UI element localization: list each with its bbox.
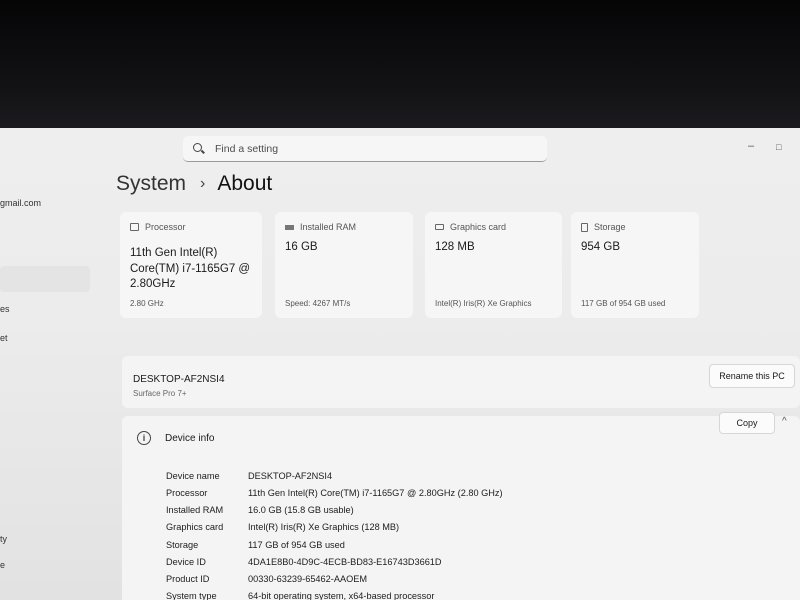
spec-value: DESKTOP-AF2NSI4 (248, 471, 333, 481)
spec-label: Storage (166, 540, 199, 550)
chevron-up-icon[interactable]: ^ (782, 416, 787, 427)
spec-row: Processor 11th Gen Intel(R) Core(TM) i7-… (166, 488, 503, 498)
spec-label: System type (166, 591, 217, 600)
copy-button[interactable]: Copy (719, 412, 775, 434)
device-info-title: Device info (165, 433, 215, 444)
spec-row: Product ID 00330-63239-65462-AAOEM (166, 574, 367, 584)
spec-row: Device ID 4DA1E8B0-4D9C-4ECB-BD83-E16743… (166, 557, 442, 567)
ram-card: Installed RAM 16 GB Speed: 4267 MT/s (275, 212, 413, 318)
spec-row: Graphics card Intel(R) Iris(R) Xe Graphi… (166, 522, 399, 532)
spec-label: Graphics card (166, 522, 224, 532)
page-title: About (217, 172, 273, 195)
sidebar-item-fragment[interactable]: e (0, 560, 5, 570)
card-label: Processor (145, 222, 186, 232)
spec-value: 11th Gen Intel(R) Core(TM) i7-1165G7 @ 2… (248, 488, 503, 498)
search-icon (193, 142, 205, 155)
sidebar: gmail.com es et ty e (0, 128, 100, 600)
graphics-card-icon (435, 224, 444, 230)
spec-row: Device name DESKTOP-AF2NSI4 (166, 471, 332, 481)
device-model: Surface Pro 7+ (133, 389, 187, 398)
ram-icon (285, 224, 294, 230)
processor-icon (130, 223, 139, 231)
spec-value: 16.0 GB (15.8 GB usable) (248, 505, 354, 515)
spec-row: Installed RAM 16.0 GB (15.8 GB usable) (166, 505, 354, 515)
spec-value: 4DA1E8B0-4D9C-4ECB-BD83-E16743D3661D (248, 557, 442, 567)
card-sub: 117 GB of 954 GB used (581, 299, 666, 308)
card-value: 954 GB (581, 241, 620, 253)
spec-label: Device ID (166, 557, 206, 567)
card-value: 11th Gen Intel(R) Core(TM) i7-1165G7 @ 2… (130, 247, 251, 290)
card-label: Installed RAM (300, 222, 357, 232)
card-label: Graphics card (450, 222, 507, 232)
minimize-button[interactable]: – (748, 140, 754, 152)
spec-label: Device name (166, 471, 220, 481)
search-input[interactable]: Find a setting (215, 143, 278, 155)
sidebar-selected-highlight (0, 266, 90, 292)
spec-label: Product ID (166, 574, 210, 584)
maximize-button[interactable]: □ (776, 142, 781, 152)
monitor-bezel (0, 0, 800, 130)
spec-label: Installed RAM (166, 505, 224, 515)
spec-value: Intel(R) Iris(R) Xe Graphics (128 MB) (248, 522, 400, 532)
card-sub: Intel(R) Iris(R) Xe Graphics (435, 299, 532, 308)
card-sub: Speed: 4267 MT/s (285, 299, 351, 308)
card-value: 128 MB (435, 241, 475, 253)
card-label: Storage (594, 222, 626, 232)
card-sub: 2.80 GHz (130, 299, 164, 308)
graphics-card-card: Graphics card 128 MB Intel(R) Iris(R) Xe… (425, 212, 562, 318)
card-value: 16 GB (285, 241, 318, 253)
chevron-right-icon: › (200, 175, 206, 192)
sidebar-item-fragment[interactable]: ty (0, 534, 7, 544)
settings-window: gmail.com es et ty e – □ Find a setting … (0, 128, 800, 600)
device-name: DESKTOP-AF2NSI4 (133, 374, 225, 385)
spec-value: 64-bit operating system, x64-based proce… (248, 591, 435, 600)
account-email: gmail.com (0, 198, 42, 208)
breadcrumb: System › About (116, 172, 272, 196)
sidebar-item-fragment[interactable]: es (0, 304, 10, 314)
spec-value: 117 GB of 954 GB used (248, 540, 345, 550)
device-name-panel: DESKTOP-AF2NSI4 Surface Pro 7+ Rename th… (122, 356, 800, 408)
spec-value: 00330-63239-65462-AAOEM (248, 574, 368, 584)
storage-icon (581, 222, 588, 232)
sidebar-item-fragment[interactable]: et (0, 333, 8, 343)
spec-row: Storage 117 GB of 954 GB used (166, 540, 345, 550)
rename-pc-button[interactable]: Rename this PC (709, 364, 795, 388)
breadcrumb-system[interactable]: System (116, 172, 186, 196)
search-box[interactable]: Find a setting (183, 136, 547, 162)
processor-card: Processor 11th Gen Intel(R) Core(TM) i7-… (120, 212, 262, 318)
info-icon: i (137, 431, 151, 445)
storage-card: Storage 954 GB 117 GB of 954 GB used (571, 212, 699, 318)
spec-row: System type 64-bit operating system, x64… (166, 591, 434, 600)
spec-label: Processor (166, 488, 208, 498)
